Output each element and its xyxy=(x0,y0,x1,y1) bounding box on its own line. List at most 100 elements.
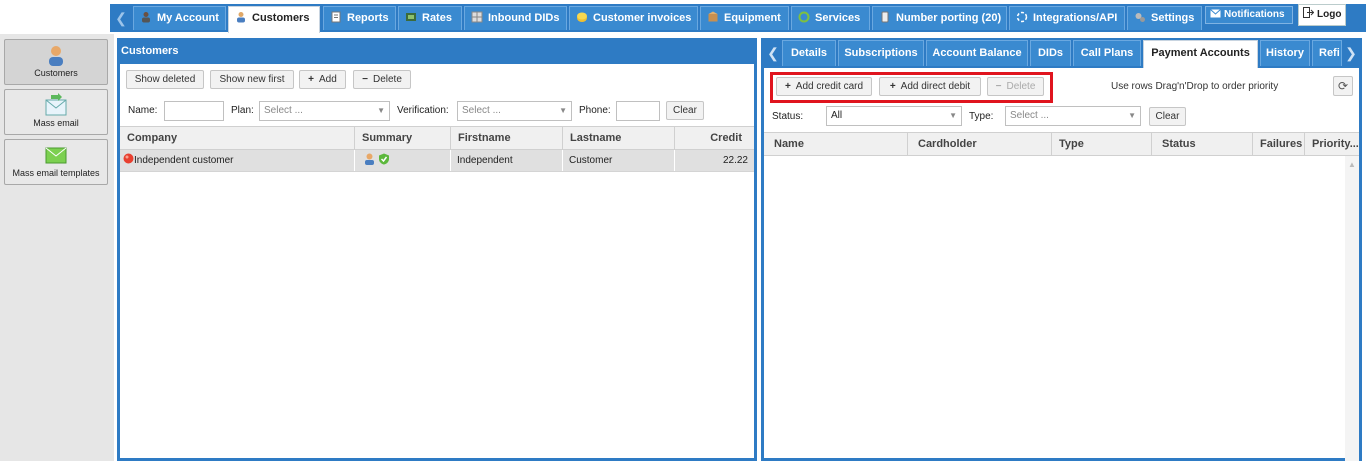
minus-icon: − xyxy=(362,74,368,85)
nav-tab-settings[interactable]: Settings xyxy=(1127,6,1202,30)
nav-tab-label: Equipment xyxy=(724,12,781,24)
column-header-type[interactable]: Type xyxy=(1052,133,1152,156)
nav-prev-arrow-icon[interactable]: ❮ xyxy=(110,4,132,32)
sidebar-item-customers[interactable]: Customers xyxy=(4,39,108,85)
plus-icon: + xyxy=(889,81,896,92)
nav-tab-label: Services xyxy=(815,12,861,24)
phone-label: Phone: xyxy=(579,105,611,116)
status-select-value: All xyxy=(831,110,843,121)
plug-icon xyxy=(1016,11,1028,23)
delete-payment-account-button[interactable]: − Delete xyxy=(987,77,1044,96)
tab-subscriptions[interactable]: Subscriptions xyxy=(838,40,924,66)
user-icon xyxy=(365,153,374,165)
top-navigation: ❮ My Account Customers Reports Rates Inb… xyxy=(0,0,1366,34)
left-sidebar: Customers Mass email Mass email template… xyxy=(0,34,114,461)
chevron-down-icon: ▼ xyxy=(949,111,957,120)
column-header-failures[interactable]: Failures xyxy=(1253,133,1305,156)
logout-icon xyxy=(1303,7,1315,18)
company-name: Independent customer xyxy=(134,155,234,166)
sidebar-item-label: Customers xyxy=(34,68,78,78)
tab-payment-accounts[interactable]: Payment Accounts xyxy=(1143,40,1258,68)
tab-details[interactable]: Details xyxy=(782,40,836,66)
cell-summary xyxy=(355,150,451,171)
delete-label: Delete xyxy=(1006,81,1036,92)
sidebar-item-label: Mass email xyxy=(33,118,79,128)
envelope-icon xyxy=(1210,9,1221,18)
sidebar-item-mass-email[interactable]: Mass email xyxy=(4,89,108,135)
sidebar-item-mass-email-templates[interactable]: Mass email templates xyxy=(4,139,108,185)
tab-history[interactable]: History xyxy=(1260,40,1310,66)
name-label: Name: xyxy=(128,105,158,116)
add-label: Add xyxy=(319,74,337,85)
tabs-prev-arrow-icon[interactable]: ❮ xyxy=(764,40,782,66)
verification-select[interactable]: Select ... ▼ xyxy=(457,101,572,121)
nav-tab-my-account[interactable]: My Account xyxy=(133,6,226,30)
show-deleted-button[interactable]: Show deleted xyxy=(126,70,204,89)
add-direct-debit-label: Add direct debit xyxy=(900,81,971,92)
drag-drop-hint: Use rows Drag'n'Drop to order priority xyxy=(1111,81,1279,92)
scroll-up-icon[interactable]: ▲ xyxy=(1345,160,1359,169)
detail-tabstrip: ❮ Details Subscriptions Account Balance … xyxy=(761,38,1362,68)
phone-input[interactable] xyxy=(616,101,660,121)
report-icon xyxy=(331,11,341,23)
name-input[interactable] xyxy=(164,101,224,121)
panel-title: Customers xyxy=(117,38,757,64)
column-header-credit[interactable]: Credit xyxy=(675,127,754,150)
add-credit-card-button[interactable]: + Add credit card xyxy=(776,77,872,96)
cell-firstname: Independent xyxy=(451,150,563,171)
column-header-firstname[interactable]: Firstname xyxy=(451,127,563,150)
nav-tab-label: Number porting (20) xyxy=(896,12,1002,24)
column-header-priority[interactable]: Priority... xyxy=(1305,133,1359,156)
nav-tab-rates[interactable]: Rates xyxy=(398,6,462,30)
nav-tab-services[interactable]: Services xyxy=(791,6,870,30)
nav-tab-inbound-dids[interactable]: Inbound DIDs xyxy=(464,6,567,30)
nav-tab-reports[interactable]: Reports xyxy=(323,6,396,30)
nav-tab-customers[interactable]: Customers xyxy=(228,6,320,33)
type-select[interactable]: Select ... ▼ xyxy=(1005,106,1141,126)
tab-account-balance[interactable]: Account Balance xyxy=(926,40,1028,66)
sidebar-item-label: Mass email templates xyxy=(12,168,100,178)
tab-dids[interactable]: DIDs xyxy=(1030,40,1071,66)
show-new-first-button[interactable]: Show new first xyxy=(210,70,294,89)
chevron-down-icon: ▼ xyxy=(559,106,567,115)
column-header-summary[interactable]: Summary xyxy=(355,127,451,150)
customers-filters: Name: Plan: Select ... ▼ Verification: Se… xyxy=(126,100,760,122)
tabs-next-arrow-icon[interactable]: ❯ xyxy=(1342,40,1360,66)
column-header-company[interactable]: Company xyxy=(120,127,355,150)
nav-tab-label: Reports xyxy=(347,12,389,24)
verified-shield-icon xyxy=(378,153,389,165)
tab-call-plans[interactable]: Call Plans xyxy=(1073,40,1141,66)
nav-tab-number-porting[interactable]: Number porting (20) xyxy=(872,6,1007,30)
status-label: Status: xyxy=(772,111,804,122)
nav-tab-integrations-api[interactable]: Integrations/API xyxy=(1009,6,1125,30)
chevron-down-icon: ▼ xyxy=(1128,111,1136,120)
customer-detail-panel: ❮ Details Subscriptions Account Balance … xyxy=(761,38,1362,461)
nav-tab-customer-invoices[interactable]: Customer invoices xyxy=(569,6,698,30)
column-header-lastname[interactable]: Lastname xyxy=(563,127,675,150)
clear-payment-filters-button[interactable]: Clear xyxy=(1149,107,1186,126)
refresh-icon[interactable]: ⟳ xyxy=(1333,76,1353,96)
grid-scrollbar[interactable]: ▲ xyxy=(1345,156,1359,461)
grid-icon xyxy=(471,11,483,23)
table-row[interactable]: Independent customer Independent Custome… xyxy=(120,150,754,172)
cell-credit: 22.22 xyxy=(722,155,748,166)
plan-select[interactable]: Select ... ▼ xyxy=(259,101,390,121)
notifications-button[interactable]: Notifications xyxy=(1205,6,1293,24)
add-customer-button[interactable]: + Add xyxy=(299,70,346,89)
tab-refi[interactable]: Refi xyxy=(1312,40,1342,66)
nav-tab-label: Settings xyxy=(1151,12,1195,24)
delete-customer-button[interactable]: − Delete xyxy=(353,70,411,89)
nav-tab-label: Rates xyxy=(422,12,452,24)
logout-button[interactable]: Logo xyxy=(1298,4,1346,26)
plus-icon: + xyxy=(308,74,315,85)
column-header-cardholder[interactable]: Cardholder xyxy=(908,133,1052,156)
status-select[interactable]: All ▼ xyxy=(826,106,962,126)
customer-icon xyxy=(49,46,63,66)
column-header-status[interactable]: Status xyxy=(1152,133,1253,156)
nav-tab-equipment[interactable]: Equipment xyxy=(700,6,789,30)
nav-tab-label: My Account xyxy=(157,12,219,24)
add-credit-card-label: Add credit card xyxy=(795,81,864,92)
column-header-name[interactable]: Name xyxy=(764,133,908,156)
clear-filters-button[interactable]: Clear xyxy=(666,101,704,120)
add-direct-debit-button[interactable]: + Add direct debit xyxy=(879,77,981,96)
